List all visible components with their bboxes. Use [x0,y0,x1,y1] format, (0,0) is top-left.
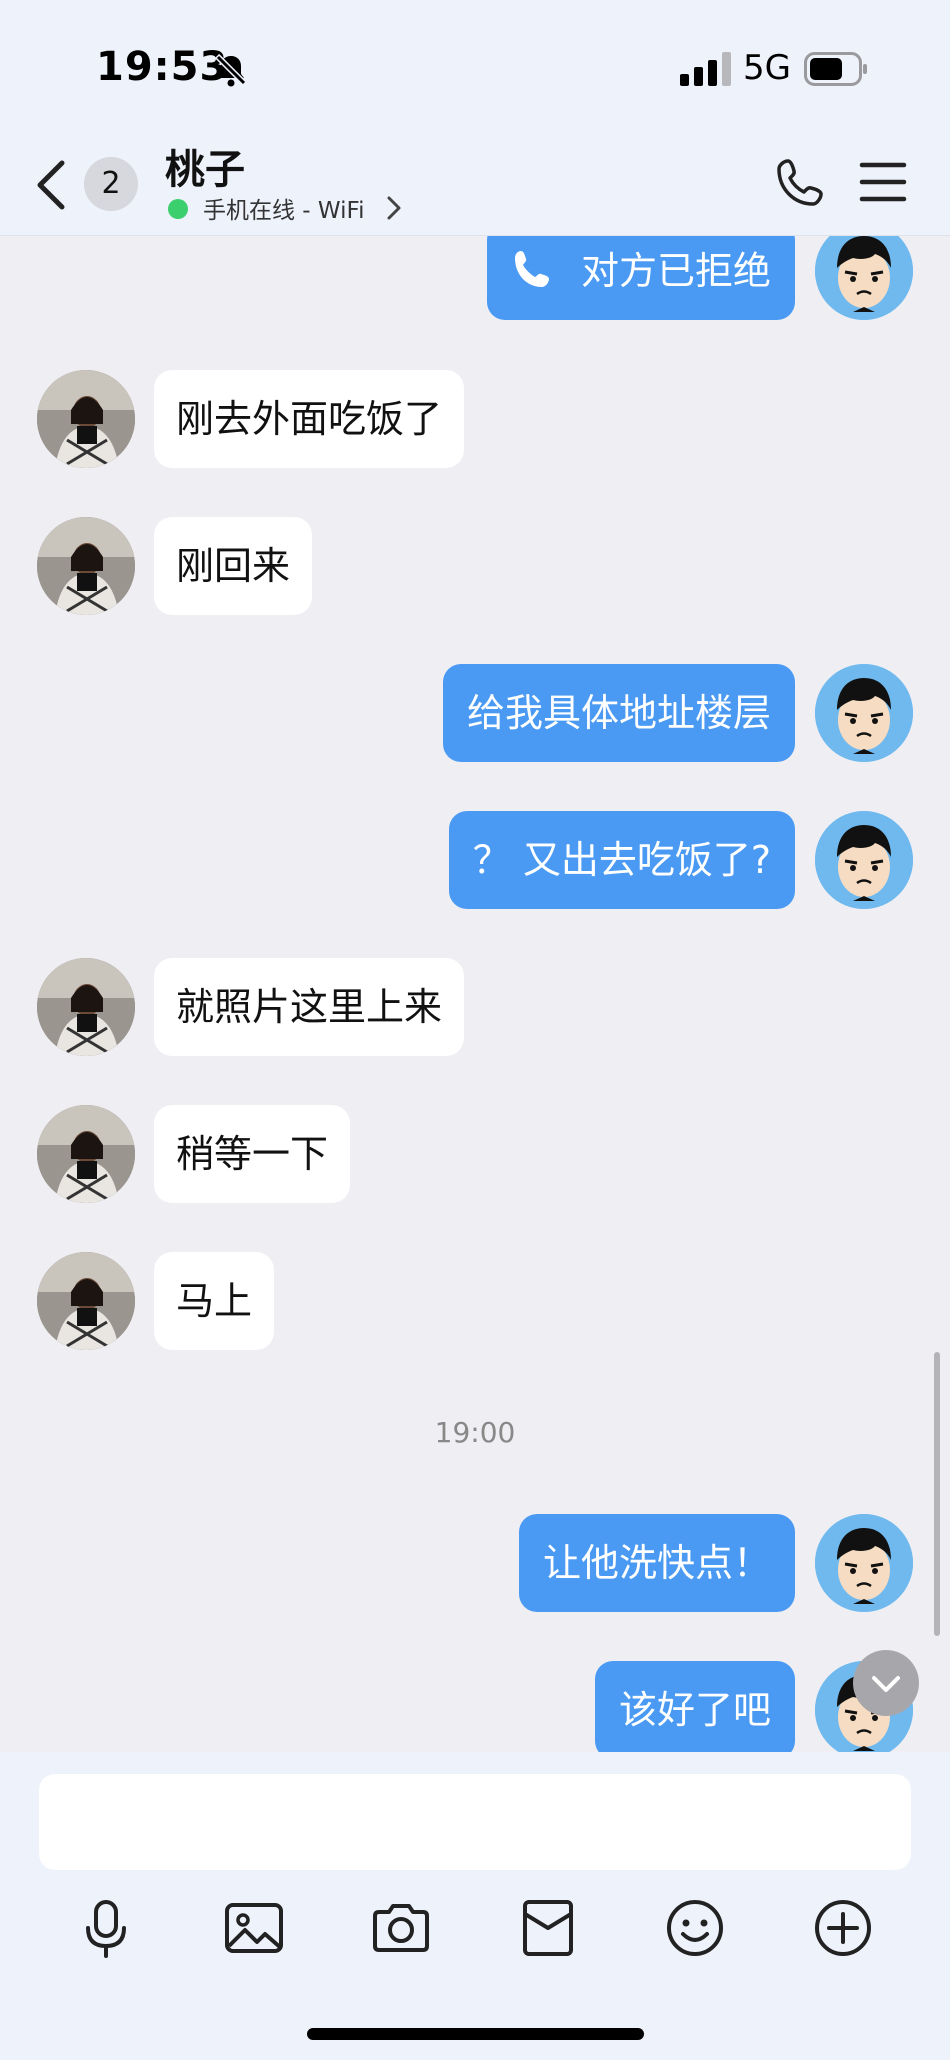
microphone-icon[interactable] [74,1896,138,1960]
chat-header: 2 桃子 手机在线 - WiFi [0,135,950,236]
message-row-peer: 刚回来 [0,517,950,617]
message-bubble[interactable]: 该好了吧 [594,1661,795,1752]
phone-call-icon[interactable] [774,155,828,209]
message-bubble[interactable]: 稍等一下 [154,1105,351,1203]
contact-avatar[interactable] [37,370,135,468]
contact-avatar[interactable] [37,1252,135,1350]
message-row-peer: 刚去外面吃饭了 [0,370,950,470]
emoji-icon[interactable] [663,1896,727,1960]
message-bubble[interactable]: 刚去外面吃饭了 [154,370,465,468]
battery-icon [804,52,867,86]
file-icon[interactable] [516,1896,580,1960]
online-status-text[interactable]: 手机在线 - WiFi [203,191,365,225]
contact-avatar[interactable] [37,517,135,615]
message-bubble[interactable]: ？ 又出去吃饭了? [448,811,795,909]
menu-icon[interactable] [858,159,908,205]
online-status-dot [168,199,188,219]
cartoon-avatar-icon [815,811,913,909]
photo-avatar-icon [37,958,135,1056]
back-arrow-icon[interactable] [32,157,72,213]
cartoon-avatar-icon [815,664,913,762]
cellular-signal-icon [680,52,731,86]
message-list[interactable]: 对方已拒绝 刚去外面吃饭了 刚回来 给我具体地址楼层 ？ 又出去吃饭了? 就照片… [0,236,950,1752]
silent-bell-icon [214,53,248,87]
message-bubble[interactable]: 刚回来 [154,517,313,615]
chevron-right-icon[interactable] [386,195,402,221]
contact-avatar[interactable] [37,958,135,1056]
message-row-me: 给我具体地址楼层 [0,664,950,764]
image-icon[interactable] [222,1896,286,1960]
message-row-me: 让他洗快点！ [0,1514,950,1614]
network-type: 5G [743,48,791,88]
status-time: 19:53 [96,44,229,90]
home-indicator [307,2028,644,2040]
cartoon-avatar-icon [815,236,913,320]
my-avatar[interactable] [815,236,913,320]
photo-avatar-icon [37,1252,135,1350]
message-bubble[interactable]: 让他洗快点！ [518,1514,795,1612]
scrollbar[interactable] [934,1352,940,1636]
message-input[interactable] [39,1774,911,1870]
contact-avatar[interactable] [37,1105,135,1203]
my-avatar[interactable] [815,811,913,909]
camera-icon[interactable] [369,1896,433,1960]
photo-avatar-icon [37,1105,135,1203]
scroll-to-bottom-button[interactable] [853,1650,919,1716]
status-bar: 19:53 5G [0,0,950,135]
unread-count-badge[interactable]: 2 [84,157,138,211]
message-text: 对方已拒绝 [580,249,771,293]
composer [0,1752,950,2060]
my-avatar[interactable] [815,664,913,762]
chevron-down-icon [872,1676,900,1692]
call-status-bubble[interactable]: 对方已拒绝 [486,236,795,320]
phone-icon [514,250,549,287]
my-avatar[interactable] [815,1514,913,1612]
message-timestamp: 19:00 [434,1416,516,1449]
photo-avatar-icon [37,370,135,468]
message-row-me: 对方已拒绝 [0,236,950,322]
message-bubble[interactable]: 马上 [154,1252,275,1350]
message-bubble[interactable]: 给我具体地址楼层 [442,664,795,762]
cartoon-avatar-icon [815,1514,913,1612]
message-row-me: ？ 又出去吃饭了? [0,811,950,911]
photo-avatar-icon [37,517,135,615]
message-row-me: 该好了吧 [0,1661,950,1752]
message-bubble[interactable]: 就照片这里上来 [154,958,465,1056]
message-row-peer: 就照片这里上来 [0,958,950,1058]
contact-name[interactable]: 桃子 [165,137,245,195]
message-row-peer: 马上 [0,1252,950,1352]
message-row-peer: 稍等一下 [0,1105,950,1205]
plus-icon[interactable] [811,1896,875,1960]
